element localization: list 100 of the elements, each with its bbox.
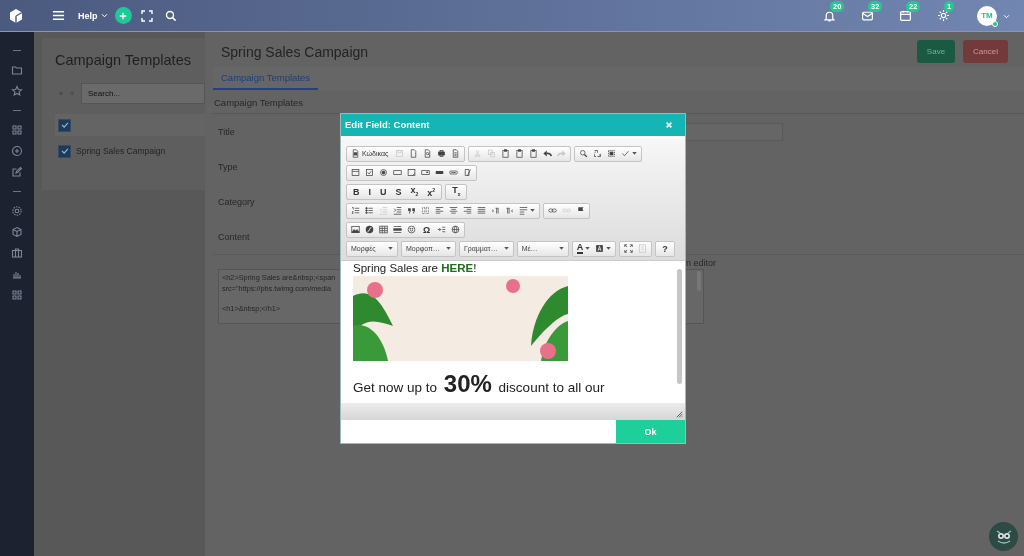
search-field[interactable]: Search... bbox=[81, 83, 205, 104]
background-color-icon bbox=[595, 244, 605, 254]
cancel-button[interactable]: Cancel bbox=[963, 40, 1008, 63]
page-lines-icon[interactable] bbox=[451, 149, 461, 159]
search-icon[interactable] bbox=[164, 9, 177, 22]
checkbox[interactable] bbox=[58, 144, 71, 158]
select-all-icon[interactable] bbox=[607, 149, 617, 159]
numbered-list-icon[interactable] bbox=[351, 206, 360, 216]
caret-icon bbox=[388, 247, 393, 251]
star-icon[interactable] bbox=[11, 85, 23, 97]
replace-icon[interactable] bbox=[593, 149, 603, 159]
form-icon[interactable] bbox=[351, 168, 360, 178]
align-right-icon[interactable] bbox=[463, 206, 472, 216]
bulleted-list-icon[interactable] bbox=[365, 206, 374, 216]
gear-icon[interactable] bbox=[11, 205, 23, 217]
cube-icon[interactable] bbox=[11, 226, 23, 238]
clipboard-icon[interactable] bbox=[515, 149, 525, 159]
hidden-field-icon[interactable] bbox=[463, 168, 472, 178]
save-button[interactable]: Save bbox=[916, 40, 956, 63]
fullscreen-icon[interactable] bbox=[140, 9, 153, 22]
clipboard-icon[interactable] bbox=[529, 149, 539, 159]
toolbar-button[interactable]: T$_{x}$ bbox=[450, 184, 463, 199]
caret-icon bbox=[606, 247, 612, 251]
smiley-icon[interactable] bbox=[407, 225, 416, 235]
text-field-icon[interactable] bbox=[393, 168, 402, 178]
caret-icon bbox=[503, 247, 509, 251]
toolbar-button[interactable]: I bbox=[366, 186, 373, 197]
dropdown-button[interactable] bbox=[621, 149, 638, 159]
add-button[interactable] bbox=[114, 7, 132, 24]
help-menu[interactable]: Help bbox=[78, 10, 108, 21]
page-icon[interactable] bbox=[409, 149, 419, 159]
radio-icon[interactable] bbox=[379, 168, 388, 178]
calendar-icon[interactable] bbox=[899, 8, 912, 22]
maximize-icon[interactable] bbox=[624, 244, 634, 254]
image-button-icon[interactable] bbox=[449, 168, 458, 178]
edit-icon[interactable] bbox=[11, 166, 23, 178]
text-area-icon[interactable] bbox=[407, 168, 416, 178]
toolbar-button[interactable]: U bbox=[378, 186, 389, 197]
flash-icon[interactable] bbox=[365, 225, 374, 235]
toolbar-button[interactable]: x$^{2}$ bbox=[425, 185, 438, 199]
folder-icon[interactable] bbox=[11, 64, 23, 76]
close-icon[interactable] bbox=[665, 120, 673, 129]
field-label: Type bbox=[218, 161, 239, 172]
toolbar-button[interactable]: Ω bbox=[421, 224, 433, 235]
check-icon bbox=[59, 146, 70, 156]
search-icon[interactable] bbox=[579, 149, 589, 159]
table-icon[interactable] bbox=[379, 225, 388, 235]
grid-icon[interactable] bbox=[11, 289, 23, 301]
panel-title: Campaign Templates bbox=[55, 52, 192, 68]
caret-icon bbox=[100, 13, 108, 18]
caret-icon bbox=[445, 247, 451, 251]
align-left-icon[interactable] bbox=[435, 206, 444, 216]
briefcase-icon[interactable] bbox=[11, 247, 23, 259]
resize-grip-icon[interactable] bbox=[676, 411, 683, 418]
left-to-right-icon[interactable] bbox=[491, 206, 500, 216]
plus-icon bbox=[119, 11, 127, 20]
grid-icon[interactable] bbox=[11, 124, 23, 136]
dropdown-button[interactable] bbox=[519, 206, 535, 216]
toolbar-button[interactable]: x$_{2}$ bbox=[408, 184, 421, 199]
page-break-icon[interactable] bbox=[437, 225, 447, 235]
horizontal-rule-icon[interactable] bbox=[393, 225, 402, 235]
caret-icon bbox=[632, 152, 638, 156]
dialog-title: Edit Field: Content bbox=[345, 119, 430, 131]
globe-icon[interactable] bbox=[451, 225, 461, 235]
undo-arrow-icon[interactable] bbox=[543, 149, 553, 159]
document-icon bbox=[351, 149, 360, 159]
spellcheck-icon bbox=[621, 149, 631, 159]
quote-icon[interactable] bbox=[407, 206, 416, 216]
caret-icon[interactable] bbox=[1003, 14, 1010, 19]
indent-icon[interactable] bbox=[393, 206, 402, 216]
caret-icon bbox=[558, 247, 564, 251]
select-field-icon[interactable] bbox=[421, 168, 430, 178]
checkbox-icon[interactable] bbox=[365, 168, 374, 178]
record-title: Spring Sales Campaign bbox=[221, 43, 369, 60]
language-icon bbox=[519, 206, 528, 216]
menu-icon[interactable] bbox=[52, 9, 65, 22]
right-to-left-icon[interactable] bbox=[505, 206, 514, 216]
toolbar-button[interactable]: S bbox=[393, 186, 404, 197]
scrollbar[interactable] bbox=[677, 268, 682, 384]
div-block-icon[interactable] bbox=[421, 206, 430, 216]
plus-circle-icon[interactable] bbox=[11, 145, 23, 157]
check-icon bbox=[59, 120, 70, 130]
link-icon[interactable] bbox=[548, 206, 557, 216]
field-label: Title bbox=[218, 126, 236, 137]
image-icon[interactable] bbox=[351, 225, 360, 235]
toolbar-button[interactable]: ? bbox=[660, 243, 670, 254]
printer-icon[interactable] bbox=[437, 149, 447, 159]
page-magnifier-icon[interactable] bbox=[423, 149, 433, 159]
content-paragraph: Get now up to 30% discount to all our bbox=[353, 369, 606, 398]
checkbox[interactable] bbox=[58, 118, 71, 132]
toolbar-button[interactable]: B bbox=[351, 186, 362, 197]
dropdown-button[interactable] bbox=[595, 244, 612, 254]
caret-icon bbox=[530, 209, 535, 213]
content-heading: Spring Sales are HERE! bbox=[353, 261, 478, 274]
logo-icon[interactable] bbox=[8, 7, 24, 24]
caret-icon bbox=[585, 247, 591, 251]
text-color-button[interactable]: A bbox=[576, 243, 591, 255]
clipboard-icon[interactable] bbox=[501, 149, 511, 159]
align-center-icon[interactable] bbox=[449, 206, 458, 216]
justify-icon[interactable] bbox=[477, 206, 486, 216]
